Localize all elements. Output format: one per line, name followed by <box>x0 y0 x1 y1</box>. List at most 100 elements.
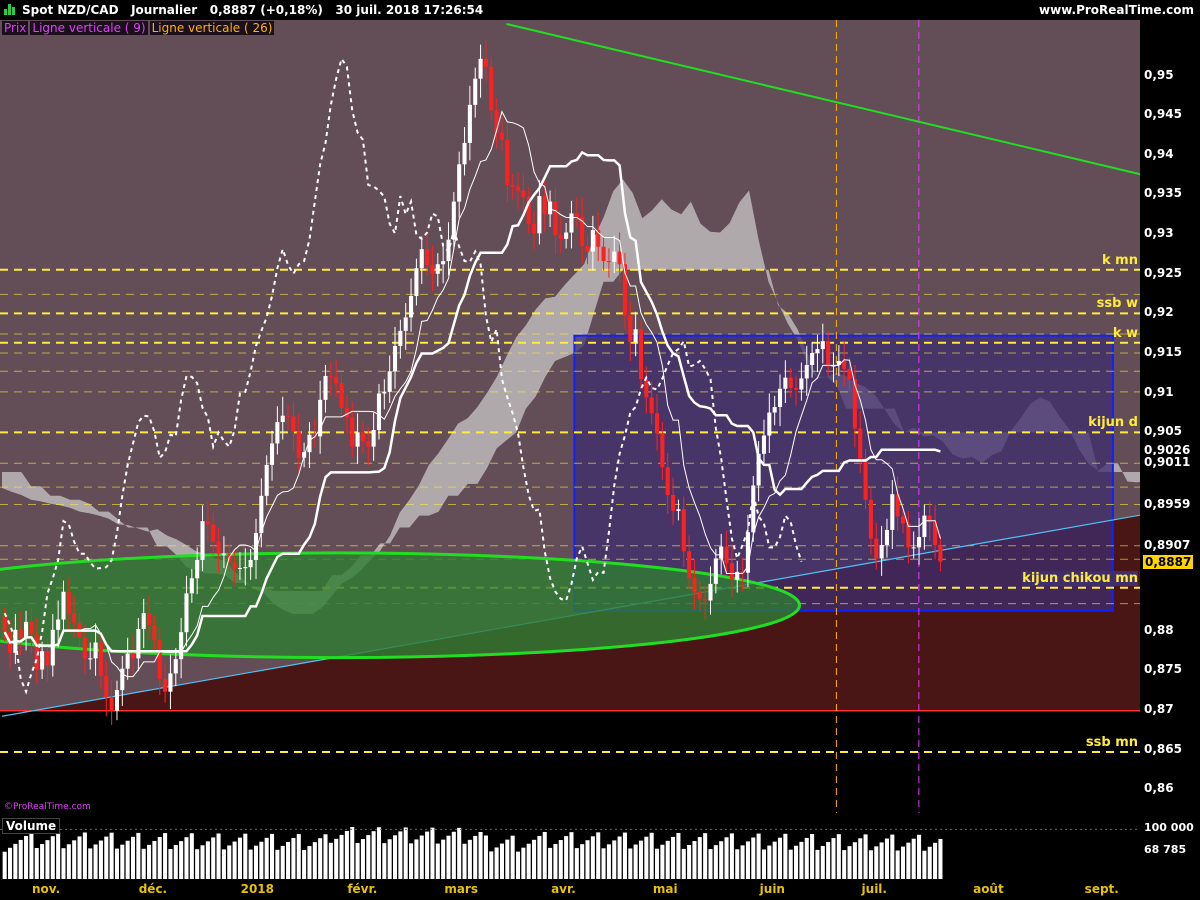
volume-bar <box>221 849 226 879</box>
month-tick-label: 2018 <box>240 882 274 896</box>
candle-body <box>649 397 654 414</box>
candle-body <box>510 184 515 187</box>
volume-bar <box>376 827 382 879</box>
background-below <box>0 710 1140 813</box>
volume-bar <box>382 843 387 879</box>
candle-body <box>29 621 34 635</box>
candle-body <box>724 546 729 564</box>
candle-body <box>141 613 146 630</box>
highlight-ellipse <box>0 551 801 660</box>
candle-body <box>451 201 456 240</box>
candle-body <box>264 464 269 496</box>
volume-bar <box>109 832 114 879</box>
volume-bar <box>542 831 547 879</box>
volume-bar <box>323 834 328 879</box>
candle-body <box>917 537 922 548</box>
volume-bar <box>863 834 868 879</box>
candle-body <box>323 376 328 400</box>
volume-bar <box>157 837 162 879</box>
candle-body <box>205 521 210 525</box>
volume-bar <box>874 846 879 879</box>
candle-body <box>601 246 606 262</box>
volume-bar <box>451 831 456 879</box>
price-tick-label: 0,87 <box>1144 701 1174 716</box>
volume-bar <box>660 844 665 879</box>
candle-body <box>334 376 339 384</box>
datetime-label: 30 juil. 2018 17:26:54 <box>335 3 484 17</box>
volume-bar <box>2 851 7 879</box>
volume-bar <box>430 827 435 879</box>
candle-body <box>419 249 424 269</box>
legend-item-vline-9[interactable]: Ligne verticale ( 9) <box>30 21 148 35</box>
volume-bar <box>740 845 745 879</box>
legend-item-vline-26[interactable]: Ligne verticale ( 26) <box>149 21 275 35</box>
candle-body <box>82 637 87 659</box>
volume-bar <box>409 843 414 879</box>
volume-bar <box>938 838 943 879</box>
volume-bar <box>788 849 793 879</box>
candle-body <box>243 567 248 569</box>
candle-body <box>61 591 66 620</box>
legend-item-price[interactable]: Prix <box>2 21 29 35</box>
volume-bar <box>29 832 34 879</box>
volume-bar <box>147 844 152 879</box>
candle-body <box>681 509 686 552</box>
volume-bar <box>868 850 873 879</box>
candle-body <box>884 529 889 545</box>
candle-body <box>189 578 194 594</box>
volume-bar <box>842 850 847 879</box>
volume-bar <box>312 842 317 879</box>
candle-body <box>692 578 697 592</box>
volume-bar <box>334 838 339 879</box>
candle-body <box>441 261 446 265</box>
candle-body <box>879 544 884 559</box>
candle-body <box>799 378 804 390</box>
price-axis[interactable]: 0,95 0,945 0,94 0,935 0,93 0,925 0,92 0,915 0,91… <box>1140 20 1200 880</box>
candle-body <box>906 523 911 548</box>
volume-bar <box>259 841 264 879</box>
candle-body <box>339 383 344 408</box>
volume-bar <box>756 833 761 879</box>
volume-bar <box>152 840 157 879</box>
candle-body <box>248 560 253 568</box>
candle-body <box>660 433 665 468</box>
volume-tick-label: 100 000 <box>1144 821 1194 835</box>
volume-bar <box>125 840 130 879</box>
volume-bar <box>836 834 841 879</box>
candle-body <box>237 567 242 569</box>
month-tick-label: mai <box>652 882 678 896</box>
volume-bar <box>804 837 809 879</box>
volume-bar <box>644 836 649 879</box>
volume-bar <box>815 849 820 879</box>
quote-label: 0,8887 (+0,18%) <box>209 3 323 17</box>
candle-body <box>569 213 574 233</box>
price-chart[interactable] <box>0 20 1140 813</box>
volume-bar <box>414 839 419 879</box>
candle-body <box>286 415 291 417</box>
volume-bar <box>216 833 221 879</box>
volume-bar <box>77 836 82 879</box>
volume-bar <box>467 839 472 879</box>
volume-bar <box>446 835 451 879</box>
price-tag: 0,8959 <box>1142 496 1193 511</box>
volume-bar <box>168 848 173 879</box>
candle-body <box>617 251 622 265</box>
volume-bar <box>499 843 504 879</box>
volume-bar <box>922 850 927 879</box>
volume-chart[interactable] <box>0 817 1140 879</box>
candle-body <box>435 264 440 274</box>
candle-body <box>195 560 200 579</box>
header-info: Spot NZD/CAD Journalier 0,8887 (+0,18%) … <box>22 0 483 20</box>
candle-body <box>184 593 189 633</box>
volume-bar <box>820 845 825 879</box>
candle-body <box>772 406 777 413</box>
volume-bar <box>890 834 895 879</box>
level-label: k mn <box>1102 252 1138 268</box>
candle-body <box>633 329 638 342</box>
volume-bar <box>767 845 772 879</box>
volume-bar <box>895 850 900 879</box>
volume-bar <box>425 831 430 879</box>
volume-bar <box>61 848 66 879</box>
time-axis[interactable]: nov. déc. 2018 févr. mars avr. mai juin juil. aoû… <box>0 880 1140 900</box>
candle-body <box>606 261 611 263</box>
